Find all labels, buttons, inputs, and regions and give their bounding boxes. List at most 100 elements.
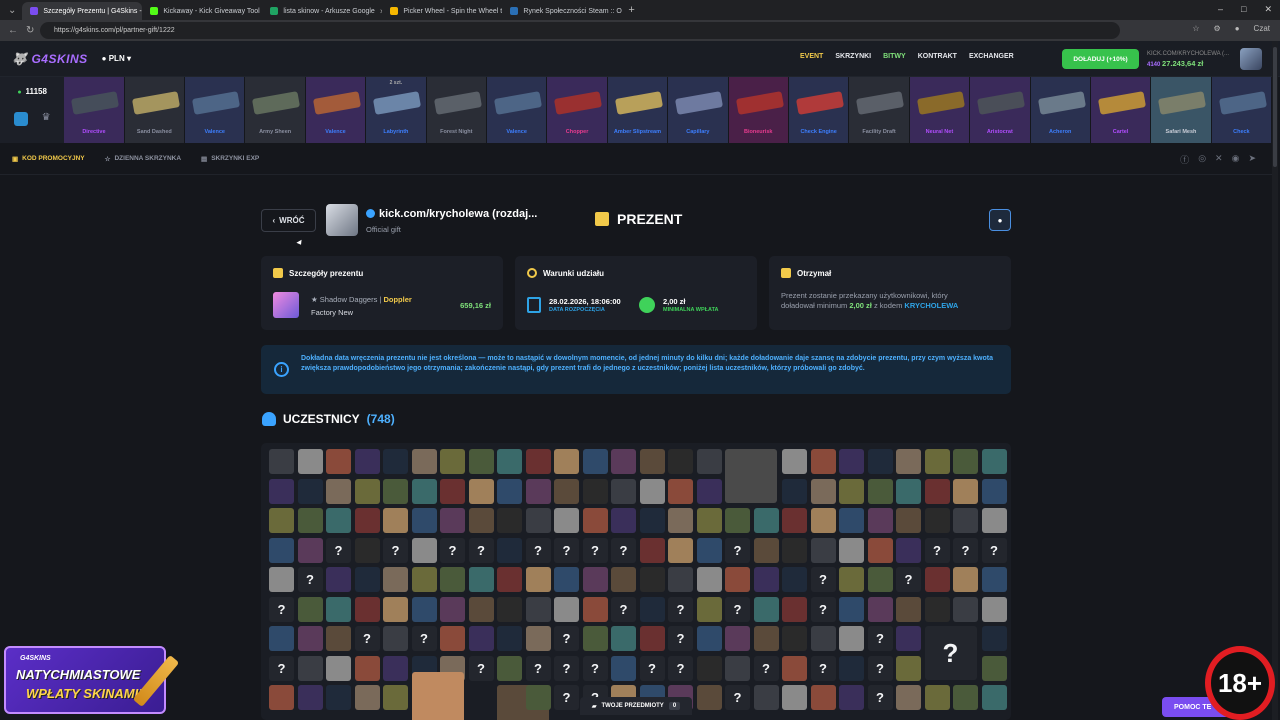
participant-avatar[interactable] — [696, 655, 722, 681]
page-scrollbar[interactable] — [1272, 41, 1278, 720]
participant-avatar[interactable]: ? — [582, 655, 608, 681]
participant-avatar[interactable] — [411, 671, 464, 720]
participant-avatar[interactable]: ? — [269, 596, 294, 622]
live-drop-item[interactable]: Cartel — [1090, 77, 1152, 143]
participant-avatar[interactable] — [839, 537, 864, 563]
participant-avatar[interactable] — [554, 567, 579, 592]
participant-avatar[interactable] — [639, 508, 665, 533]
back-arrow-icon[interactable]: ← — [8, 25, 18, 36]
live-drop-item[interactable]: Amber Slipstream — [607, 77, 669, 143]
participant-avatar[interactable] — [497, 596, 522, 622]
participant-avatar[interactable]: ? — [981, 537, 1007, 563]
grid-view-icon[interactable] — [13, 112, 28, 126]
participant-avatar[interactable] — [953, 596, 978, 622]
reload-icon[interactable]: ↻ — [26, 25, 34, 36]
participant-avatar[interactable] — [440, 626, 465, 651]
participant-avatar[interactable] — [354, 449, 380, 474]
participant-avatar[interactable] — [924, 449, 950, 474]
participant-avatar[interactable] — [326, 655, 351, 681]
participant-avatar[interactable] — [525, 508, 551, 533]
participant-avatar[interactable] — [725, 567, 750, 592]
participant-avatar[interactable] — [383, 478, 408, 504]
participant-avatar[interactable] — [753, 596, 779, 622]
nav-event[interactable]: EVENT — [800, 53, 823, 60]
participant-avatar[interactable] — [326, 596, 351, 622]
participant-avatar[interactable] — [867, 449, 893, 474]
participant-avatar[interactable]: ? — [753, 655, 779, 681]
participant-avatar[interactable]: ? — [468, 655, 494, 681]
participant-avatar[interactable] — [839, 567, 864, 592]
participant-avatar[interactable]: ? — [297, 567, 323, 592]
participant-avatar[interactable] — [839, 626, 864, 651]
participant-avatar[interactable] — [924, 685, 950, 710]
close-window-icon[interactable]: ✕ — [1264, 4, 1272, 15]
gift-settings-button[interactable]: ● — [989, 209, 1011, 231]
participant-avatar[interactable]: ? — [554, 655, 579, 681]
participant-avatar[interactable] — [896, 449, 921, 474]
participant-avatar[interactable] — [440, 449, 465, 474]
participant-avatar[interactable] — [725, 449, 777, 503]
back-button[interactable]: ‹ WRÓĆ — [261, 209, 316, 232]
daily-case-link[interactable]: ☆ DZIENNA SKRZYNKA — [105, 155, 181, 163]
participant-avatar[interactable]: ? — [924, 626, 977, 680]
participant-avatar[interactable] — [297, 626, 323, 651]
participant-avatar[interactable] — [554, 449, 579, 474]
participant-avatar[interactable] — [782, 449, 807, 474]
participant-avatar[interactable] — [525, 626, 551, 651]
maximize-icon[interactable]: □ — [1241, 4, 1246, 15]
participant-avatar[interactable] — [411, 537, 437, 563]
participant-avatar[interactable] — [582, 567, 608, 592]
participant-avatar[interactable] — [269, 478, 294, 504]
participant-avatar[interactable]: ? — [725, 537, 750, 563]
participant-avatar[interactable] — [297, 449, 323, 474]
live-drop-item[interactable]: Valence — [305, 77, 367, 143]
exp-cases-link[interactable]: ▤ SKRZYNKI EXP — [201, 155, 259, 163]
participant-avatar[interactable] — [782, 537, 807, 563]
participant-avatar[interactable] — [383, 596, 408, 622]
nav-kontrakt[interactable]: KONTRAKT — [918, 53, 957, 60]
participant-avatar[interactable] — [554, 478, 579, 504]
participant-avatar[interactable] — [896, 655, 921, 681]
participant-avatar[interactable] — [867, 478, 893, 504]
participant-avatar[interactable] — [867, 567, 893, 592]
participant-avatar[interactable] — [297, 685, 323, 710]
participant-avatar[interactable] — [896, 508, 921, 533]
participant-avatar[interactable] — [468, 449, 494, 474]
participant-avatar[interactable] — [924, 478, 950, 504]
participant-avatar[interactable]: ? — [867, 655, 893, 681]
live-drop-item[interactable]: Check — [1211, 77, 1273, 143]
participant-avatar[interactable] — [611, 478, 636, 504]
participant-avatar[interactable] — [383, 567, 408, 592]
live-drop-item[interactable]: Chopper — [547, 77, 608, 143]
participant-avatar[interactable] — [753, 508, 779, 533]
participant-avatar[interactable] — [468, 626, 494, 651]
participant-avatar[interactable]: ? — [810, 596, 836, 622]
participant-avatar[interactable]: ? — [554, 537, 579, 563]
participant-avatar[interactable]: ? — [668, 655, 693, 681]
participant-avatar[interactable] — [297, 478, 323, 504]
live-drop-item[interactable]: Directive — [64, 77, 125, 143]
participant-avatar[interactable] — [326, 626, 351, 651]
live-drop-item[interactable]: Safari Mesh — [1151, 77, 1212, 143]
participant-avatar[interactable] — [753, 685, 779, 710]
participant-avatar[interactable] — [725, 655, 750, 681]
participant-avatar[interactable] — [639, 449, 665, 474]
participant-avatar[interactable] — [981, 508, 1007, 533]
participant-avatar[interactable] — [696, 449, 722, 474]
participant-avatar[interactable]: ? — [725, 685, 750, 710]
participant-avatar[interactable]: ? — [582, 537, 608, 563]
participant-avatar[interactable] — [354, 478, 380, 504]
participant-avatar[interactable]: ? — [725, 596, 750, 622]
participant-avatar[interactable]: ? — [668, 626, 693, 651]
participant-avatar[interactable] — [525, 596, 551, 622]
tab-search-icon[interactable]: ⌄ — [8, 5, 16, 16]
url-input[interactable]: https://g4skins.com/pl/partner-gift/1222 — [40, 22, 1120, 39]
participant-avatar[interactable] — [782, 655, 807, 681]
participant-avatar[interactable] — [297, 596, 323, 622]
participant-avatar[interactable] — [753, 626, 779, 651]
participant-avatar[interactable] — [383, 449, 408, 474]
participant-avatar[interactable] — [639, 626, 665, 651]
participant-avatar[interactable] — [297, 655, 323, 681]
participant-avatar[interactable] — [696, 685, 722, 710]
participant-avatar[interactable] — [953, 685, 978, 710]
